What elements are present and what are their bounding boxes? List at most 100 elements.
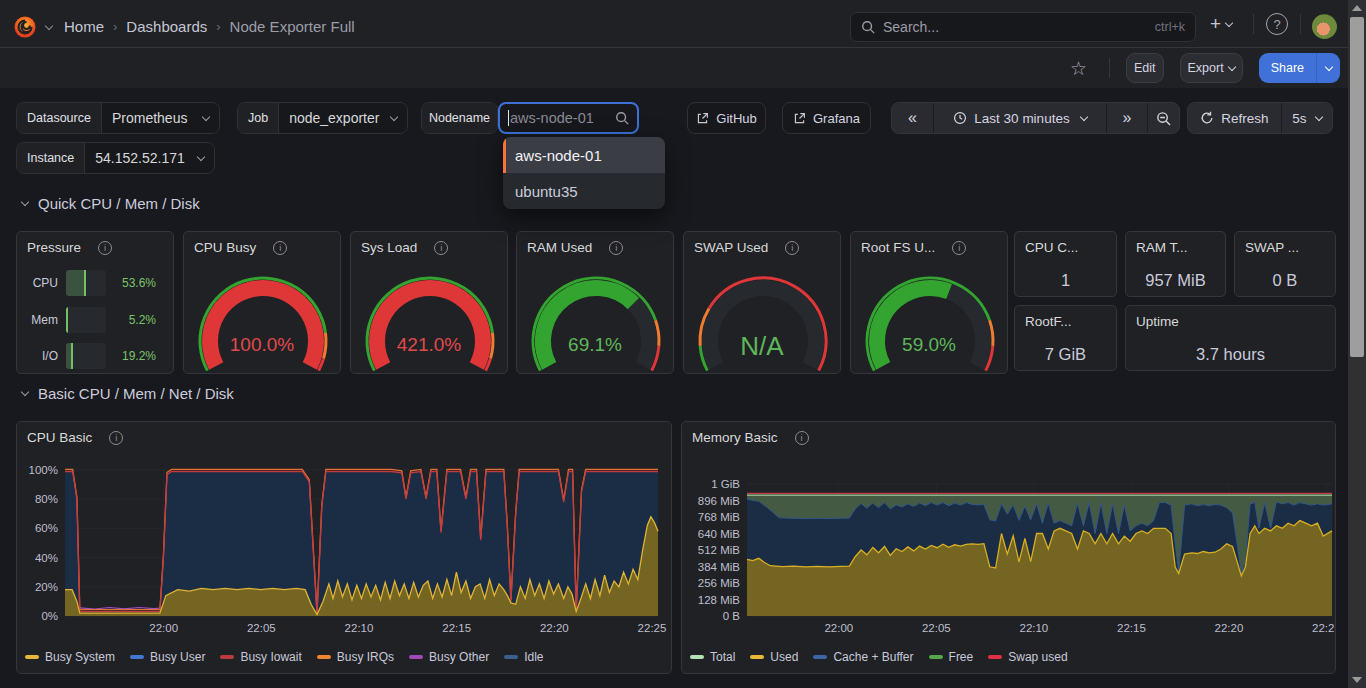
panel-title[interactable]: Pressure: [27, 240, 81, 255]
variable-instance-value[interactable]: 54.152.52.171: [85, 143, 214, 173]
legend-item[interactable]: Busy User: [130, 650, 205, 664]
top-nav: Home › Dashboards › Node Exporter Full S…: [0, 0, 1366, 48]
panel-title[interactable]: SWAP Used: [694, 240, 768, 255]
scrollbar[interactable]: [1348, 0, 1366, 688]
cpu-basic-legend: Busy System Busy User Busy Iowait Busy IRQs…: [25, 647, 667, 667]
external-link-icon: [696, 112, 709, 125]
scroll-down-icon[interactable]: [1348, 672, 1366, 688]
share-button[interactable]: Share: [1259, 53, 1316, 83]
legend-item[interactable]: Used: [750, 650, 798, 664]
panel-uptime: Uptime 3.7 hours: [1125, 305, 1336, 371]
panel-title[interactable]: Uptime: [1136, 314, 1179, 329]
panel-title[interactable]: CPU Busy: [194, 240, 256, 255]
grafana-link-button[interactable]: Grafana: [782, 102, 871, 134]
legend-item[interactable]: Total: [690, 650, 735, 664]
info-icon[interactable]: i: [785, 241, 799, 255]
panel-title[interactable]: RootF...: [1025, 314, 1072, 329]
search-placeholder: Search...: [883, 19, 1155, 35]
legend-item[interactable]: Busy IRQs: [317, 650, 394, 664]
panel-title[interactable]: Sys Load: [361, 240, 417, 255]
refresh-interval-picker[interactable]: 5s: [1282, 103, 1332, 133]
svg-text:22:25: 22:25: [638, 622, 667, 634]
variable-instance[interactable]: Instance 54.152.52.171: [16, 142, 215, 174]
legend-color-swatch: [750, 655, 764, 659]
legend-item[interactable]: Free: [929, 650, 974, 664]
svg-text:512 MiB: 512 MiB: [698, 544, 741, 556]
variable-job-label: Job: [238, 103, 279, 133]
legend-item[interactable]: Busy System: [25, 650, 115, 664]
nodename-input-value: aws-node-01: [510, 110, 615, 126]
refresh-button[interactable]: Refresh: [1188, 103, 1281, 133]
panel-title[interactable]: RAM T...: [1136, 240, 1188, 255]
io-pressure-row: I/O 19.2%: [17, 343, 173, 369]
github-link-button[interactable]: GitHub: [687, 102, 766, 134]
nodename-input[interactable]: aws-node-01: [498, 102, 639, 134]
stat-value: 1: [1015, 271, 1116, 290]
avatar[interactable]: [1312, 14, 1337, 39]
edit-button[interactable]: Edit: [1126, 53, 1164, 83]
panel-title[interactable]: RAM Used: [527, 240, 592, 255]
job-chevron-icon: [390, 113, 398, 121]
pressure-row-cpu: CPU 53.6%: [17, 270, 173, 296]
info-icon[interactable]: i: [98, 241, 112, 255]
stat-value: 3.7 hours: [1126, 345, 1335, 364]
dropdown-option-ubuntu35[interactable]: ubuntu35: [503, 173, 665, 209]
stat-value: 957 MiB: [1126, 271, 1225, 290]
search-input[interactable]: Search... ctrl+k: [850, 12, 1196, 42]
section-basic-cpu[interactable]: Basic CPU / Mem / Net / Disk: [22, 385, 234, 402]
breadcrumb-separator: ›: [113, 19, 117, 34]
star-icon[interactable]: ☆: [1070, 57, 1087, 80]
refresh-icon: [1200, 111, 1214, 125]
variable-job[interactable]: Job node_exporter: [237, 102, 408, 134]
info-icon[interactable]: i: [273, 241, 287, 255]
time-back-button[interactable]: «: [892, 103, 933, 133]
legend-item[interactable]: Swap used: [988, 650, 1067, 664]
breadcrumb-home[interactable]: Home: [64, 18, 104, 35]
breadcrumb-current: Node Exporter Full: [230, 18, 355, 35]
grafana-logo[interactable]: [13, 15, 37, 39]
info-icon[interactable]: i: [952, 241, 966, 255]
share-menu-button[interactable]: [1316, 53, 1340, 83]
variable-job-value[interactable]: node_exporter: [279, 103, 407, 133]
breadcrumb: Home › Dashboards › Node Exporter Full: [55, 18, 364, 35]
variable-datasource[interactable]: Datasource Prometheus: [16, 102, 220, 134]
panel-root-fs: Root FS U...i 59.0%: [850, 231, 1008, 374]
panel-cpu-cores: CPU C... 1: [1014, 231, 1117, 297]
stat-value: 0 B: [1235, 271, 1335, 290]
legend-color-swatch: [813, 655, 827, 659]
info-icon[interactable]: i: [434, 241, 448, 255]
dropdown-option-aws-node-01[interactable]: aws-node-01: [503, 137, 665, 173]
panel-title[interactable]: CPU C...: [1025, 240, 1078, 255]
panel-swap-total: SWAP ... 0 B: [1234, 231, 1336, 297]
interval-chevron-icon: [1314, 112, 1322, 120]
info-icon[interactable]: i: [609, 241, 623, 255]
variable-datasource-value[interactable]: Prometheus: [102, 103, 219, 133]
help-button[interactable]: ?: [1266, 13, 1288, 35]
svg-text:128 MiB: 128 MiB: [698, 594, 741, 606]
zoom-out-button[interactable]: [1148, 103, 1179, 133]
org-switcher-chevron-icon[interactable]: [45, 21, 53, 29]
external-link-icon: [793, 112, 806, 125]
panel-sys-load: Sys Loadi 421.0%: [350, 231, 508, 374]
panel-title[interactable]: Root FS U...: [861, 240, 935, 255]
scrollbar-thumb[interactable]: [1350, 17, 1364, 357]
legend-color-swatch: [929, 655, 943, 659]
panel-title[interactable]: SWAP ...: [1245, 240, 1299, 255]
new-button[interactable]: +: [1210, 12, 1232, 36]
breadcrumb-dashboards[interactable]: Dashboards: [126, 18, 207, 35]
section-quick-cpu[interactable]: Quick CPU / Mem / Disk: [22, 195, 200, 212]
time-range-picker[interactable]: Last 30 minutes: [934, 103, 1106, 133]
legend-item[interactable]: Idle: [504, 650, 543, 664]
svg-text:768 MiB: 768 MiB: [698, 511, 741, 523]
legend-item[interactable]: Busy Other: [409, 650, 489, 664]
selected-indicator: [503, 137, 506, 173]
export-button[interactable]: Export: [1180, 53, 1243, 83]
svg-text:22:00: 22:00: [149, 622, 178, 634]
legend-color-swatch: [690, 655, 704, 659]
time-forward-button[interactable]: »: [1107, 103, 1147, 133]
scroll-up-icon[interactable]: [1348, 0, 1366, 16]
legend-item[interactable]: Busy Iowait: [220, 650, 301, 664]
legend-item[interactable]: Cache + Buffer: [813, 650, 913, 664]
plus-icon: +: [1210, 13, 1221, 35]
cpu-pressure-bar: [66, 270, 106, 296]
